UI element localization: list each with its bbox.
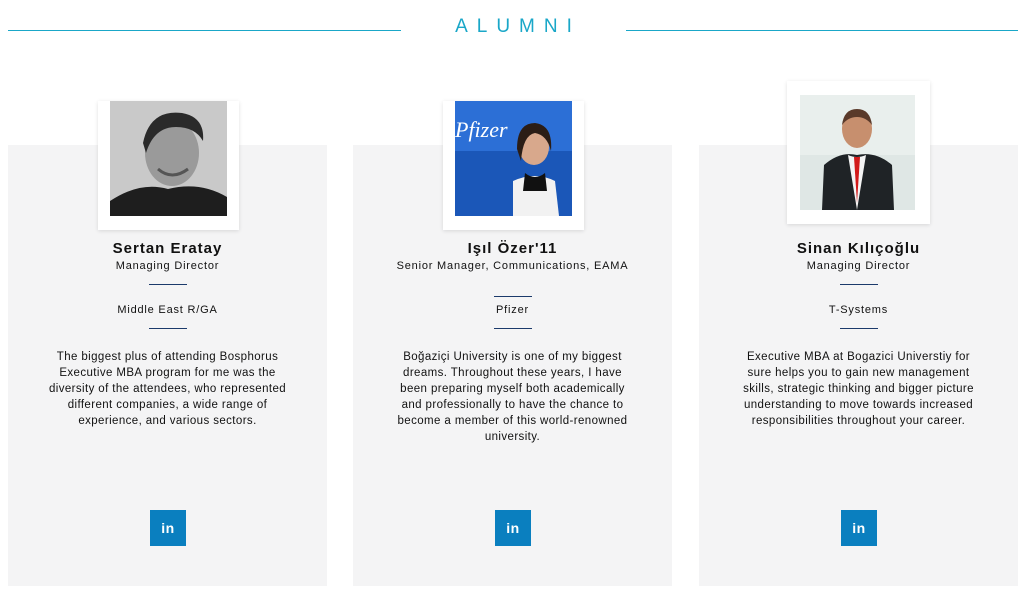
separator <box>148 328 187 329</box>
section-header: ALUMNI <box>0 0 1024 60</box>
alumni-company: T-Systems <box>828 304 889 316</box>
alumni-role: Managing Director <box>115 260 220 272</box>
alumni-role: Managing Director <box>806 260 911 272</box>
alumni-photo <box>110 101 227 216</box>
separator <box>839 328 878 329</box>
alumni-company: Middle East R/GA <box>117 304 218 316</box>
separator <box>493 296 532 297</box>
alumni-company: Pfizer <box>496 304 529 316</box>
pfizer-logo-text: Pfizer <box>455 117 508 142</box>
linkedin-button[interactable]: in <box>150 510 186 546</box>
header-rule-right <box>626 30 1018 31</box>
section-title: ALUMNI <box>455 16 581 37</box>
alumni-quote: The biggest plus of attending Bosphorus … <box>48 351 287 427</box>
photo-frame: Pfizer <box>443 101 584 230</box>
header-rule-left <box>8 30 401 31</box>
alumni-name: Sinan Kılıçoğlu <box>796 240 921 257</box>
alumni-photo: Pfizer <box>455 101 572 216</box>
alumni-quote: Boğaziçi University is one of my biggest… <box>397 351 628 443</box>
alumni-card: Pfizer Işıl Özer'11 Senior Manager, Comm… <box>353 101 672 586</box>
separator <box>839 284 878 285</box>
alumni-card: Sertan Eratay Managing Director Middle E… <box>8 101 327 586</box>
linkedin-button[interactable]: in <box>841 510 877 546</box>
separator <box>493 328 532 329</box>
alumni-photo <box>800 95 915 210</box>
linkedin-button[interactable]: in <box>495 510 531 546</box>
alumni-quote: Executive MBA at Bogazici Universtiy for… <box>743 351 974 427</box>
alumni-role: Senior Manager, Communications, EAMA <box>396 260 629 272</box>
alumni-name: Sertan Eratay <box>112 240 223 257</box>
separator <box>148 284 187 285</box>
photo-frame <box>98 101 239 230</box>
alumni-name: Işıl Özer'11 <box>467 240 558 257</box>
alumni-card: Sinan Kılıçoğlu Managing Director T-Syst… <box>699 81 1018 586</box>
photo-frame <box>787 81 930 224</box>
